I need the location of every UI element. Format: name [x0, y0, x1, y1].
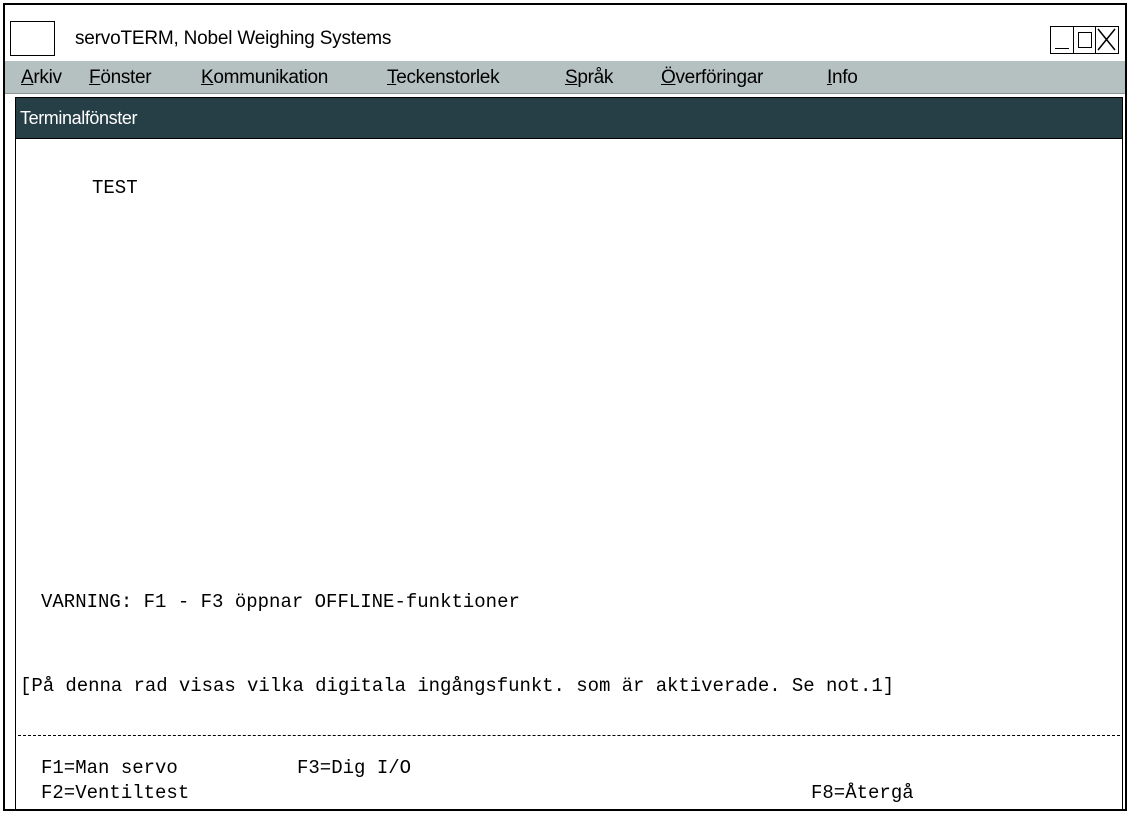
terminal-panel-title-label: Terminalfönster	[20, 108, 138, 128]
fkey-f8[interactable]: F8=Återgå	[811, 782, 914, 804]
minimize-icon	[1055, 48, 1069, 49]
dashed-separator	[18, 735, 1120, 736]
maximize-button[interactable]	[1072, 26, 1097, 54]
menu-overforingar[interactable]: Överföringar	[661, 67, 763, 89]
menu-teckenstorlek[interactable]: Teckenstorlek	[387, 67, 500, 89]
menu-bar: Arkiv Fönster Kommunikation Teckenstorle…	[5, 61, 1125, 94]
menu-kommunikation[interactable]: Kommunikation	[201, 67, 328, 89]
menu-sprak[interactable]: Språk	[565, 67, 613, 89]
status-line: [På denna rad visas vilka digitala ingån…	[20, 675, 895, 697]
minimize-button[interactable]	[1050, 26, 1074, 54]
window-title: servoTERM, Nobel Weighing Systems	[75, 28, 392, 49]
menu-arkiv[interactable]: Arkiv	[21, 67, 62, 89]
fkey-f2[interactable]: F2=Ventiltest	[41, 782, 189, 804]
system-menu-box[interactable]	[10, 21, 55, 56]
fkey-f3[interactable]: F3=Dig I/O	[297, 757, 411, 779]
warning-text: VARNING: F1 - F3 öppnar OFFLINE-funktion…	[41, 591, 520, 613]
terminal-area[interactable]: TEST VARNING: F1 - F3 öppnar OFFLINE-fun…	[15, 139, 1123, 809]
title-bar[interactable]: servoTERM, Nobel Weighing Systems	[5, 5, 1125, 61]
close-button[interactable]	[1095, 26, 1119, 54]
maximize-icon	[1077, 32, 1092, 48]
terminal-line-test: TEST	[92, 177, 138, 199]
fkey-f1[interactable]: F1=Man servo	[41, 757, 178, 779]
menu-info[interactable]: Info	[827, 67, 858, 89]
terminal-panel-title[interactable]: Terminalfönster	[15, 97, 1123, 139]
app-window: servoTERM, Nobel Weighing Systems Arkiv …	[3, 3, 1127, 811]
close-icon	[1097, 28, 1116, 51]
menu-fonster[interactable]: Fönster	[89, 67, 152, 89]
window-controls	[1050, 26, 1119, 54]
